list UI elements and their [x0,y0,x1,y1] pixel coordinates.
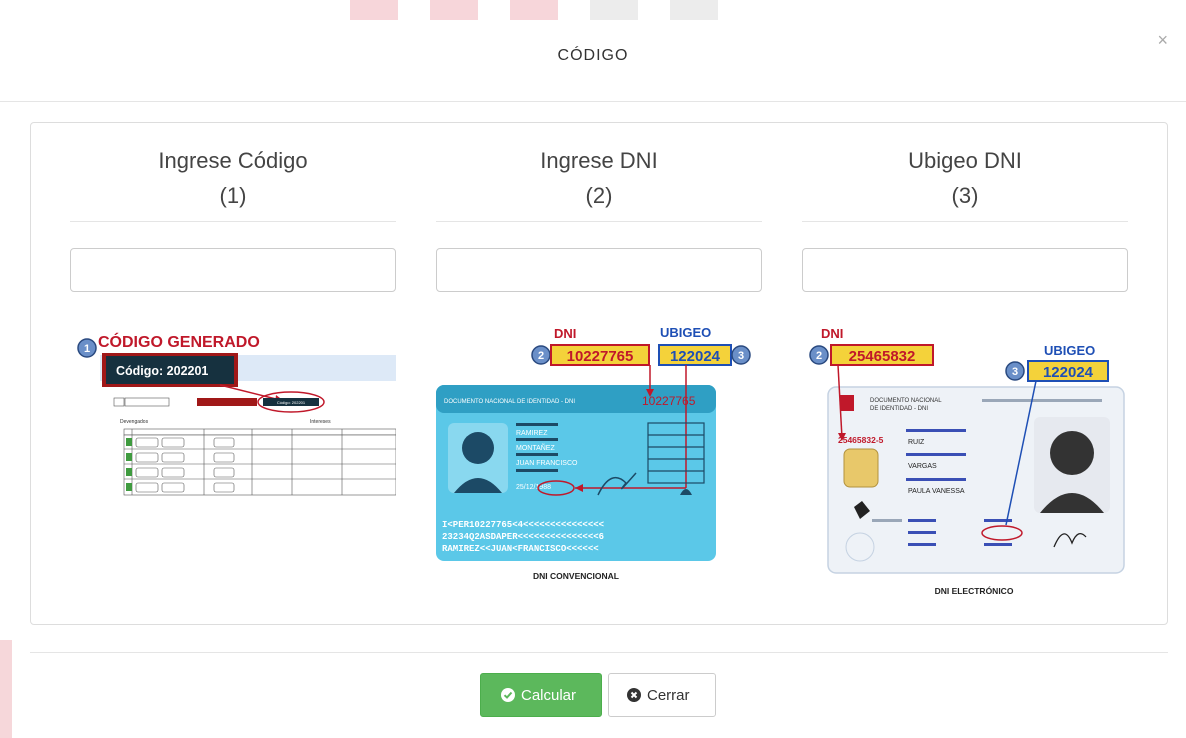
check-circle-icon [501,688,515,702]
column-dni: Ingrese DNI (2) [436,123,762,292]
ubigeo-value: 122024 [670,348,721,365]
step-number: 3 [738,350,744,362]
column-ubigeo: Ubigeo DNI (3) [802,123,1128,292]
column-subtitle: (3) [951,183,979,208]
ubigeo-value: 122024 [1043,364,1094,381]
dni-value: 10227765 [567,348,634,365]
mrz-line-1: I<PER10227765<4<<<<<<<<<<<<<<< [442,520,604,530]
modal-header: CÓDIGO × [0,20,1186,102]
section-left: Devengados [120,419,149,425]
dni-label: DNI [554,326,576,341]
codigo-input[interactable] [70,248,396,292]
close-icon[interactable]: × [1157,30,1168,51]
column-divider [802,221,1128,222]
surname1: RAMIREZ [516,430,548,437]
dni-label: DNI [821,326,843,341]
mrz-line-2: 23234Q2ASDAPER<<<<<<<<<<<<<<<6 [442,532,604,542]
codigo-heading: CÓDIGO GENERADO [98,332,260,351]
column-divider [436,221,762,222]
dni-input[interactable] [436,248,762,292]
column-title: Ubigeo DNI [908,148,1022,173]
card-caption: DNI ELECTRÓNICO [935,585,1014,596]
input-panel: Ingrese Código (1) Ingrese DNI (2) Ubige… [30,122,1168,625]
card-number: 25465832-5 [838,435,884,445]
ubigeo-label: UBIGEO [660,325,711,340]
card-header-1: DOCUMENTO NACIONAL [870,398,942,404]
modal-footer: Calcular Cerrar [30,652,1168,738]
names: PAULA VANESSA [908,488,965,495]
small-code-button: Código: 202201 [277,400,306,405]
names: JUAN FRANCISCO [516,460,578,467]
calcular-label: Calcular [521,686,577,704]
modal-title: CÓDIGO [557,47,629,64]
ubigeo-input[interactable] [802,248,1128,292]
dni-convencional-image: DNI UBIGEO 2 10227765 122024 3 DOCUMENTO… [436,323,762,603]
dni-value: 25465832 [849,348,916,365]
step-number: 3 [1012,366,1018,378]
column-codigo: Ingrese Código (1) [70,123,396,292]
card-header-2: DE IDENTIDAD - DNI [870,406,928,412]
dni-electronico-image: DNI 2 25465832 UBIGEO 3 122024 DOCUMENTO… [802,323,1128,603]
calcular-button[interactable]: Calcular [480,673,602,717]
step-number: 1 [84,343,90,355]
card-header: DOCUMENTO NACIONAL DE IDENTIDAD - DNI [444,399,575,405]
column-divider [70,221,396,222]
birth-date: 25/12/1988 [516,484,551,491]
surname2: MONTAÑEZ [516,443,555,452]
times-circle-icon [627,688,641,702]
step-number: 2 [816,350,822,362]
cerrar-label: Cerrar [647,686,690,704]
surname1: RUIZ [908,439,925,446]
section-right: Intereses [310,419,331,425]
column-title: Ingrese Código [158,148,308,173]
mrz-line-3: RAMIREZ<<JUAN<FRANCISCO<<<<<< [442,544,599,554]
surname2: VARGAS [908,463,937,470]
ubigeo-label: UBIGEO [1044,343,1095,358]
column-subtitle: (2) [585,183,613,208]
card-caption: DNI CONVENCIONAL [533,571,619,581]
column-subtitle: (1) [219,183,247,208]
column-title: Ingrese DNI [540,148,658,173]
step-number: 2 [538,350,544,362]
codigo-help-image: 1 CÓDIGO GENERADO Código: 202201 Código:… [70,323,397,603]
cerrar-button[interactable]: Cerrar [608,673,716,717]
codigo-modal: CÓDIGO × Ingrese Código (1) Ingrese DNI … [0,0,1186,738]
code-label: Código: 202201 [116,364,208,378]
